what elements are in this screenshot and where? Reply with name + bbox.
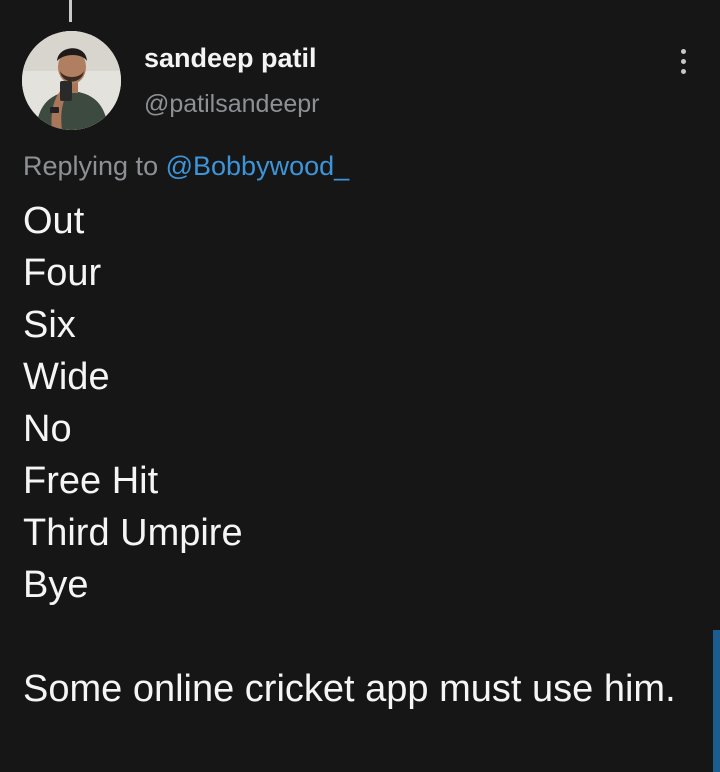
tweet-closing-sentence: Some online cricket app must use him. bbox=[23, 668, 676, 710]
tweet-line: Bye bbox=[23, 564, 89, 606]
scrollbar[interactable] bbox=[713, 630, 720, 772]
vertical-ellipsis-icon bbox=[680, 48, 686, 54]
user-handle[interactable]: @patilsandeepr bbox=[144, 90, 320, 119]
tweet-line: Third Umpire bbox=[23, 512, 243, 554]
tweet-line: No bbox=[23, 408, 72, 450]
tweet-text: Out Four Six Wide No Free Hit Third Umpi… bbox=[23, 195, 683, 715]
vertical-ellipsis-icon bbox=[680, 58, 686, 64]
tweet-line: Wide bbox=[23, 356, 110, 398]
tweet-line: Out bbox=[23, 200, 85, 242]
profile-photo bbox=[22, 31, 121, 130]
avatar[interactable] bbox=[22, 31, 121, 130]
paragraph-break bbox=[23, 611, 683, 663]
vertical-ellipsis-icon bbox=[680, 68, 686, 74]
reply-mention-link[interactable]: @Bobbywood_ bbox=[166, 151, 350, 181]
tweet-line: Six bbox=[23, 304, 76, 346]
more-options-button[interactable] bbox=[668, 44, 698, 78]
display-name[interactable]: sandeep patil bbox=[144, 43, 317, 74]
tweet-line: Free Hit bbox=[23, 460, 159, 502]
thread-connector-line bbox=[69, 0, 72, 22]
tweet-line: Four bbox=[23, 252, 102, 294]
replying-to-prefix: Replying to bbox=[23, 151, 159, 181]
replying-to: Replying to @Bobbywood_ bbox=[23, 151, 349, 182]
